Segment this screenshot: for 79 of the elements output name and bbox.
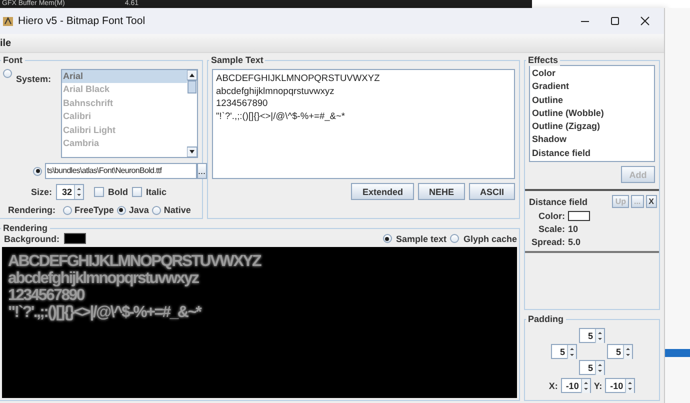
- sample-text-line[interactable]: 1234567890: [216, 97, 511, 110]
- radio-button[interactable]: [33, 166, 42, 176]
- rendered-text-line: abcdefghijklmnopqrstuvwxyz: [8, 270, 200, 287]
- preset-button[interactable]: NEHE: [418, 183, 465, 200]
- spinner-arrows-icon[interactable]: [74, 185, 84, 199]
- x-label: X:: [548, 380, 558, 390]
- spinner-arrows-icon[interactable]: [595, 360, 604, 374]
- panel-title: Rendering: [1, 222, 50, 234]
- x-offset-spinner[interactable]: -10: [560, 378, 591, 393]
- padding-right-spinner[interactable]: 5: [607, 344, 633, 359]
- checkbox[interactable]: [94, 187, 104, 197]
- effect-list-item[interactable]: Distance field: [532, 146, 652, 160]
- font-path-field[interactable]: ts\bundles\atlas\Font\NeuronBold.ttf: [45, 163, 197, 179]
- spinner-arrows-icon[interactable]: [625, 378, 634, 392]
- scrollbar[interactable]: [187, 70, 197, 157]
- radio-button[interactable]: [382, 234, 392, 243]
- color-swatch[interactable]: [568, 211, 590, 222]
- radio-button[interactable]: [152, 206, 161, 214]
- sample-text-line[interactable]: "!`?'.,;:()[]{}<>|/@\^$-%+=#_&~*: [216, 110, 511, 122]
- checkbox-label: Italic: [146, 187, 167, 197]
- effect-list-item[interactable]: Outline: [532, 94, 652, 107]
- checkbox[interactable]: [132, 187, 142, 197]
- radio-label: Native: [164, 205, 191, 215]
- field-label: Spread:: [530, 237, 565, 248]
- panel-title: Padding: [526, 313, 566, 325]
- padding-left-spinner[interactable]: 5: [551, 344, 577, 359]
- effect-list-item[interactable]: Shadow: [532, 133, 652, 147]
- radio-button[interactable]: [450, 234, 460, 243]
- background-window-bar: [665, 349, 690, 357]
- effect-button[interactable]: X: [646, 195, 657, 208]
- spinner-arrows-icon[interactable]: [623, 344, 632, 358]
- close-icon[interactable]: [640, 16, 650, 26]
- checkbox-label: Bold: [108, 187, 128, 197]
- radio-button[interactable]: [116, 206, 126, 214]
- padding-bottom-spinner[interactable]: 5: [579, 360, 605, 375]
- effect-list-item[interactable]: Color: [532, 67, 652, 80]
- sample-text-line[interactable]: ABCDEFGHIJKLMNOPQRSTUVWXYZ: [216, 72, 511, 84]
- size-spinner[interactable]: 32: [56, 184, 84, 200]
- radio-label: Java: [128, 205, 149, 215]
- browse-button[interactable]: ...: [197, 163, 207, 179]
- preset-button[interactable]: ASCII: [468, 183, 515, 200]
- maximize-icon[interactable]: [610, 16, 620, 26]
- effect-name: Distance field: [529, 196, 588, 207]
- field-value[interactable]: 10: [568, 224, 578, 234]
- effect-list-item[interactable]: Gradient: [532, 80, 652, 94]
- y-offset-spinner[interactable]: -10: [605, 378, 636, 393]
- background-color-swatch[interactable]: [64, 233, 86, 244]
- radio-button[interactable]: [62, 206, 72, 214]
- radio-label: Glyph cache: [463, 234, 517, 244]
- field-label: Scale:: [537, 224, 565, 234]
- font-list-item[interactable]: Arial: [62, 70, 187, 84]
- window-title: Hiero v5 - Bitmap Font Tool: [18, 15, 146, 27]
- menu-item[interactable]: ile: [0, 38, 12, 48]
- spinner-arrows-icon[interactable]: [580, 378, 590, 392]
- radio-label: Sample text: [396, 234, 446, 244]
- sample-text-line[interactable]: abcdefghijklmnopqrstuvwxyz: [216, 84, 511, 97]
- rendered-text-line: ABCDEFGHIJKLMNOPQRSTUVWXYZ: [8, 253, 262, 270]
- field-label: Color:: [538, 211, 565, 222]
- y-label: Y:: [594, 380, 602, 390]
- radio-label: FreeType: [74, 205, 114, 215]
- padding-top-spinner[interactable]: 5: [579, 328, 605, 343]
- size-label: Size:: [31, 187, 52, 197]
- system-label: System:: [16, 74, 52, 84]
- preset-button[interactable]: Extended: [351, 183, 414, 200]
- rendering-label: Rendering:: [8, 205, 56, 215]
- effect-list-item[interactable]: Outline (Wobble): [532, 106, 652, 120]
- background-label: Background:: [4, 234, 60, 244]
- rendered-text-line: 1234567890: [8, 287, 86, 304]
- font-list[interactable]: Arial Arial Black Bahnschrift Calibri Calibri Light Cambria: [61, 69, 198, 158]
- spinner-arrows-icon[interactable]: [595, 328, 604, 342]
- panel-title: Effects: [526, 54, 560, 66]
- app-icon: [2, 15, 14, 27]
- panel-title: Sample Text: [209, 54, 266, 66]
- effect-list-item[interactable]: Outline (Zigzag): [532, 120, 652, 134]
- spinner-arrows-icon[interactable]: [567, 344, 576, 358]
- field-value[interactable]: 5.0: [568, 237, 581, 248]
- panel-title: Font: [1, 54, 24, 66]
- rendered-text-line: "!`?'.,;:()[]{}<>|/@\^$-%+=#_&~*: [8, 304, 202, 321]
- radio-button[interactable]: [3, 69, 12, 78]
